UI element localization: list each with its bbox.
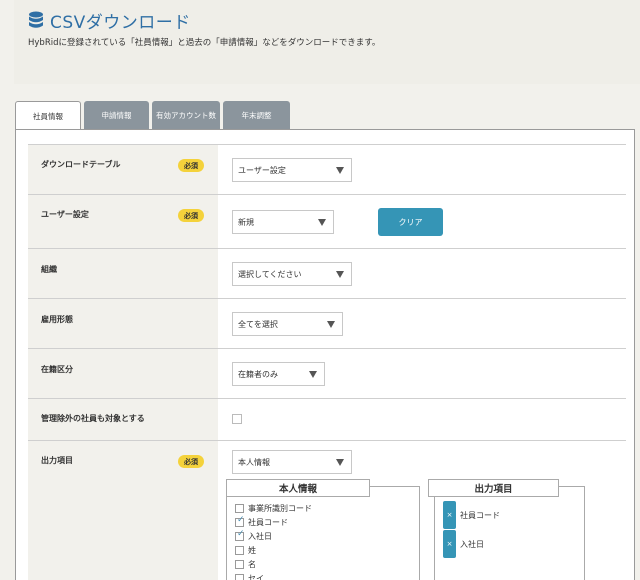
list-item[interactable]: × 社員コード [443,501,500,529]
target-list[interactable]: × 社員コード × 入社日 [434,486,585,580]
tab-panel: ダウンロードテーブル 必須 ユーザー設定 ユーザー設定 必須 新規 クリア 組織… [15,129,635,580]
tab-bar: 社員情報 申請情報 有効アカウント数 年末調整 [15,101,293,130]
item-checkbox[interactable]: ✓ [235,529,245,541]
user-setting-label: ユーザー設定 [41,210,89,219]
enrollment-label: 在籍区分 [41,365,73,374]
chevron-down-icon [309,371,317,378]
list-item[interactable]: ✓ 入社日 [235,530,272,543]
tab-employee-info[interactable]: 社員情報 [15,101,81,130]
chevron-down-icon [327,321,335,328]
list-item[interactable]: × 入社日 [443,530,484,558]
required-badge: 必須 [178,159,204,172]
user-setting-select[interactable]: 新規 [232,210,334,234]
page-title: CSVダウンロード [50,13,191,33]
database-icon [29,11,43,28]
remove-icon[interactable]: × [443,530,456,558]
organization-label: 組織 [41,265,57,274]
download-form: ダウンロードテーブル 必須 ユーザー設定 ユーザー設定 必須 新規 クリア 組織… [28,144,626,580]
chevron-down-icon [336,167,344,174]
title-row: CSVダウンロード [28,8,191,33]
output-category-select[interactable]: 本人情報 [232,450,352,474]
source-list-title: 本人情報 [226,479,370,497]
clear-button[interactable]: クリア [378,208,443,236]
include-excluded-checkbox[interactable] [232,414,242,424]
source-list[interactable]: 事業所識別コード ✓ 社員コード ✓ 入社日 姓 名 セイ [226,486,420,580]
list-item[interactable]: 名 [235,558,256,571]
employment-type-select[interactable]: 全てを選択 [232,312,343,336]
row-download-table: ダウンロードテーブル 必須 ユーザー設定 [28,145,626,195]
tab-active-accounts[interactable]: 有効アカウント数 [152,101,220,129]
download-table-label: ダウンロードテーブル [41,160,121,169]
item-checkbox[interactable] [235,504,244,513]
item-checkbox[interactable]: ✓ [235,515,245,527]
remove-icon[interactable]: × [443,501,456,529]
download-table-select[interactable]: ユーザー設定 [232,158,352,182]
list-item[interactable]: 姓 [235,544,256,557]
required-badge: 必須 [178,209,204,222]
row-output-items: 出力項目 必須 本人情報 事業所識別コード ✓ 社員コード ✓ 入社日 姓 名 … [28,441,626,580]
chevron-down-icon [336,459,344,466]
row-user-setting: ユーザー設定 必須 新規 クリア [28,195,626,249]
row-employment-type: 雇用形態 全てを選択 [28,299,626,349]
chevron-down-icon [336,271,344,278]
target-list-title: 出力項目 [428,479,559,497]
enrollment-select[interactable]: 在籍者のみ [232,362,325,386]
tab-year-end-adjustment[interactable]: 年末調整 [223,101,290,129]
page-subtitle: HybRidに登録されている「社員情報」と過去の「申請情報」などをダウンロードで… [28,38,381,48]
employment-type-label: 雇用形態 [41,315,73,324]
row-enrollment: 在籍区分 在籍者のみ [28,349,626,399]
list-item[interactable]: 事業所識別コード [235,502,312,515]
organization-select[interactable]: 選択してください [232,262,352,286]
check-icon: ✓ [237,529,245,539]
output-items-label: 出力項目 [41,456,73,465]
item-checkbox[interactable] [235,560,244,569]
list-item[interactable]: セイ [235,572,264,580]
check-icon: ✓ [237,515,245,525]
list-item[interactable]: ✓ 社員コード [235,516,288,529]
include-excluded-label: 管理除外の社員も対象とする [41,414,145,423]
required-badge: 必須 [178,455,204,468]
tab-application-info[interactable]: 申請情報 [84,101,149,129]
chevron-down-icon [318,219,326,226]
item-checkbox[interactable] [235,546,244,555]
page-header: CSVダウンロード HybRidに登録されている「社員情報」と過去の「申請情報」… [14,0,640,84]
row-organization: 組織 選択してください [28,249,626,299]
item-checkbox[interactable] [235,574,244,580]
row-include-excluded: 管理除外の社員も対象とする [28,399,626,441]
